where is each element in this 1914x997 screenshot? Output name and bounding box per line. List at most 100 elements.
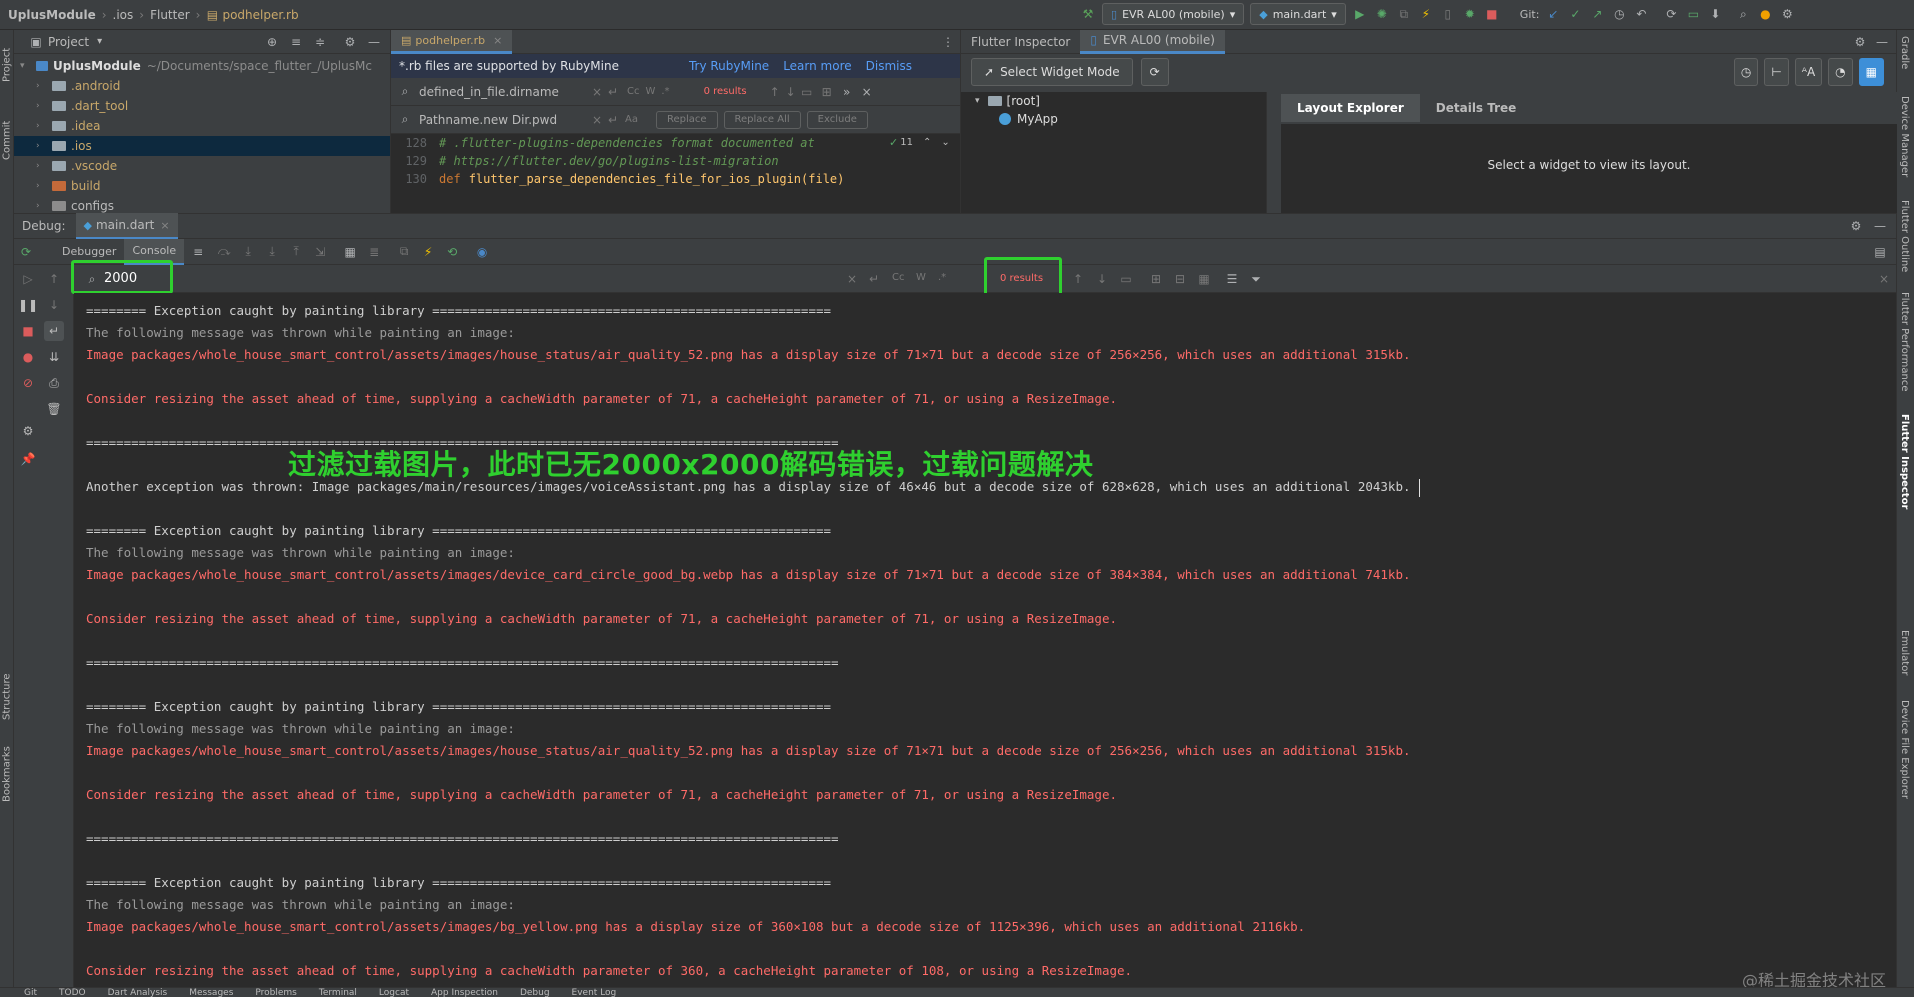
resume-icon[interactable]: ▷ <box>20 271 36 287</box>
match-case-toggle[interactable]: Cc <box>627 86 639 97</box>
debug-session-tab[interactable]: ◆ main.dart × <box>75 213 178 239</box>
search-icon[interactable]: ⌕ <box>1735 6 1751 22</box>
menu-icon[interactable]: ≡ <box>190 244 206 260</box>
up-arrow-icon[interactable]: ↑ <box>46 271 62 287</box>
step-out-icon[interactable]: ⤒ <box>288 244 304 260</box>
evaluate-icon[interactable]: ▦ <box>342 244 358 260</box>
chevron-right-icon[interactable]: › <box>36 201 48 211</box>
rollback-icon[interactable]: ↶ <box>1633 6 1649 22</box>
hot-reload-icon[interactable]: ⚡ <box>420 244 436 260</box>
chevron-down-icon[interactable]: ▾ <box>20 61 32 71</box>
gradle-tool-tab[interactable]: Gradle <box>1899 36 1910 69</box>
chevron-right-icon[interactable]: › <box>36 181 48 191</box>
tree-node-root[interactable]: ▾ [root] <box>961 92 1266 110</box>
remove-selection-icon[interactable]: ⊟ <box>1172 271 1188 287</box>
inspection-widget[interactable]: ✓ 11 ⌃ ⌄ <box>889 136 950 149</box>
attach-debugger-icon[interactable]: ⧉ <box>1396 6 1412 22</box>
editor-tab-podhelper[interactable]: ▤ podhelper.rb × <box>391 29 513 54</box>
flutter-performance-tool-tab[interactable]: Flutter Performance <box>1899 292 1910 392</box>
select-all-occurrences-icon[interactable]: ▭ <box>799 84 815 100</box>
stop-icon[interactable]: ■ <box>20 323 36 339</box>
print-icon[interactable]: ⎙ <box>46 375 62 391</box>
flutter-outline-tool-tab[interactable]: Flutter Outline <box>1899 200 1910 272</box>
try-rubymine-link[interactable]: Try RubyMine <box>689 59 769 73</box>
new-line-icon[interactable]: ↵ <box>605 84 621 100</box>
preserve-case-toggle[interactable]: Aa <box>625 114 638 125</box>
regex-toggle[interactable]: .* <box>938 272 946 283</box>
pin-icon[interactable]: 📌 <box>20 451 36 467</box>
debug-icon[interactable]: ✺ <box>1374 6 1390 22</box>
find-input[interactable]: defined_in_file.dirname <box>419 85 589 99</box>
project-panel-title[interactable]: Project <box>48 35 89 49</box>
down-arrow-icon[interactable]: ↓ <box>46 297 62 313</box>
run-icon[interactable]: ▶ <box>1352 6 1368 22</box>
breadcrumb-flutter[interactable]: Flutter <box>150 8 190 22</box>
structure-tool-tab[interactable]: Structure <box>0 660 14 720</box>
run-to-cursor-icon[interactable]: ⇲ <box>312 244 328 260</box>
device-manager-tool-tab[interactable]: Device Manager <box>1899 96 1910 177</box>
bottom-tab[interactable]: Event Log <box>572 988 617 997</box>
tree-folder-item[interactable]: › .vscode <box>14 156 390 176</box>
breadcrumb-file[interactable]: podhelper.rb <box>222 8 298 22</box>
bottom-tab[interactable]: Debug <box>520 988 550 997</box>
tree-root[interactable]: ▾ UplusModule ~/Documents/space_flutter_… <box>14 56 390 76</box>
tree-node-myapp[interactable]: MyApp <box>961 110 1266 128</box>
repaint-rainbow-button[interactable]: ◔ <box>1828 58 1853 86</box>
bottom-tab[interactable]: Dart Analysis <box>108 988 168 997</box>
clear-icon[interactable]: × <box>844 271 860 287</box>
next-occurrence-icon[interactable]: ↓ <box>1094 271 1110 287</box>
dismiss-link[interactable]: Dismiss <box>866 59 912 73</box>
settings-icon[interactable]: ⚙ <box>20 423 36 439</box>
flutter-inspector-tool-tab[interactable]: Flutter Inspector <box>1899 414 1910 509</box>
breadcrumb-ios[interactable]: .ios <box>113 8 134 22</box>
inspector-device-tab[interactable]: ▯ EVR AL00 (mobile) <box>1080 29 1225 54</box>
gear-icon[interactable]: ⚙ <box>1852 34 1868 50</box>
stop-icon[interactable]: ■ <box>1484 6 1500 22</box>
chevron-right-icon[interactable]: › <box>36 121 48 131</box>
new-line-icon[interactable]: ↵ <box>605 112 621 128</box>
replace-button[interactable]: Replace <box>655 110 718 129</box>
device-manager-icon[interactable]: ▭ <box>1685 6 1701 22</box>
minimize-icon[interactable]: — <box>366 34 382 50</box>
rerun-icon[interactable]: ⟳ <box>18 244 34 260</box>
scroll-to-end-icon[interactable]: ⇊ <box>46 349 62 365</box>
bottom-tab[interactable]: TODO <box>59 988 86 997</box>
add-selection-icon[interactable]: ⊞ <box>819 84 835 100</box>
replace-all-button[interactable]: Replace All <box>723 110 801 129</box>
soft-wrap-icon[interactable]: ↵ <box>44 321 64 341</box>
next-occurrence-icon[interactable]: ↓ <box>783 84 799 100</box>
debug-attach-icon[interactable]: ✹ <box>1462 6 1478 22</box>
baselines-button[interactable]: ᴬA <box>1794 58 1823 86</box>
widget-tree[interactable]: ▾ [root] MyApp <box>961 92 1267 234</box>
chevron-up-icon[interactable]: ⌃ <box>923 137 931 148</box>
restore-layout-icon[interactable]: ⧉ <box>396 244 412 260</box>
bottom-tab[interactable]: Messages <box>189 988 233 997</box>
emulator-tool-tab[interactable]: Emulator <box>1899 630 1910 675</box>
code-area[interactable]: 128 # .flutter-plugins-dependencies form… <box>391 134 960 188</box>
filter-icon[interactable]: ⏷ <box>1248 271 1264 287</box>
mute-breakpoints-icon[interactable]: ⊘ <box>20 375 36 391</box>
devtools-icon[interactable]: ◉ <box>474 244 490 260</box>
hot-reload-icon[interactable]: ⚡ <box>1418 6 1434 22</box>
gear-icon[interactable]: ⚙ <box>1848 218 1864 234</box>
run-config-selector[interactable]: ◆ main.dart ▾ <box>1250 3 1346 25</box>
close-search-icon[interactable]: × <box>859 84 875 100</box>
device-mirror-icon[interactable]: ▯ <box>1440 6 1456 22</box>
clear-icon[interactable]: × <box>589 84 605 100</box>
gear-icon[interactable]: ⚙ <box>342 34 358 50</box>
match-case-toggle[interactable]: Cc <box>892 272 904 283</box>
git-push-icon[interactable]: ↗ <box>1589 6 1605 22</box>
step-over-icon[interactable]: ⤼ <box>216 244 232 260</box>
select-all-occurrences-icon[interactable]: ▭ <box>1118 271 1134 287</box>
bottom-tab[interactable]: Logcat <box>379 988 409 997</box>
locate-icon[interactable]: ⊕ <box>264 34 280 50</box>
force-step-into-icon[interactable]: ⤓ <box>264 244 280 260</box>
breadcrumb-project[interactable]: UplusModule <box>8 8 96 22</box>
pause-icon[interactable]: ❚❚ <box>18 297 38 313</box>
words-toggle[interactable]: W <box>645 86 655 97</box>
bottom-tab[interactable]: Terminal <box>319 988 357 997</box>
exclude-button[interactable]: Exclude <box>806 110 868 129</box>
more-options-icon[interactable]: » <box>839 84 855 100</box>
tree-folder-item[interactable]: › .ios <box>14 136 390 156</box>
learn-more-link[interactable]: Learn more <box>783 59 851 73</box>
